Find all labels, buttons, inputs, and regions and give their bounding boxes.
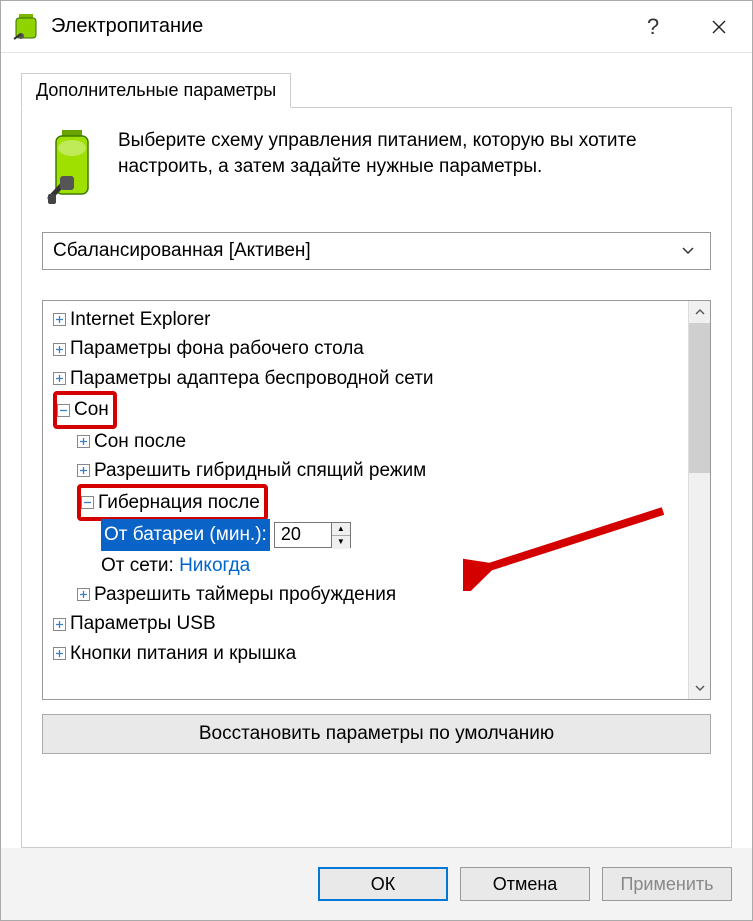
- close-button[interactable]: [686, 1, 752, 52]
- plugged-value[interactable]: Никогда: [179, 551, 250, 580]
- advanced-panel: Выберите схему управления питанием, кото…: [21, 107, 732, 848]
- expand-icon[interactable]: [77, 464, 90, 477]
- tree-item-sleep[interactable]: Сон: [47, 393, 686, 426]
- chevron-down-icon: [682, 244, 700, 258]
- tree-item-ie[interactable]: Internet Explorer: [47, 305, 686, 334]
- window-controls: ?: [620, 1, 752, 52]
- tree-item-hybrid[interactable]: Разрешить гибридный спящий режим: [47, 456, 686, 485]
- expand-icon[interactable]: [53, 313, 66, 326]
- scroll-thumb[interactable]: [689, 323, 710, 473]
- power-options-dialog: Электропитание ? Дополнительные параметр…: [0, 0, 753, 921]
- tree-item-usb[interactable]: Параметры USB: [47, 609, 686, 638]
- tab-advanced[interactable]: Дополнительные параметры: [21, 73, 291, 108]
- minutes-value[interactable]: 20: [275, 523, 331, 547]
- power-plan-select[interactable]: Сбалансированная [Активен]: [42, 232, 711, 270]
- expand-icon[interactable]: [53, 372, 66, 385]
- collapse-icon[interactable]: [81, 496, 94, 509]
- expand-icon[interactable]: [53, 343, 66, 356]
- ok-button[interactable]: ОК: [318, 867, 448, 901]
- plan-name: Сбалансированная [Активен]: [53, 240, 311, 262]
- expand-icon[interactable]: [77, 435, 90, 448]
- expand-icon[interactable]: [77, 588, 90, 601]
- spin-down-icon[interactable]: ▼: [332, 536, 350, 548]
- expand-icon[interactable]: [53, 618, 66, 631]
- cancel-button[interactable]: Отмена: [460, 867, 590, 901]
- tree-scrollbar[interactable]: [688, 301, 710, 699]
- tree-item-hibernate[interactable]: Гибернация после: [47, 486, 686, 519]
- dialog-footer: ОК Отмена Применить: [1, 848, 752, 920]
- tree-item-sleep-after[interactable]: Сон после: [47, 427, 686, 456]
- collapse-icon[interactable]: [57, 404, 70, 417]
- settings-tree-container: Internet Explorer Параметры фона рабочег…: [42, 300, 711, 700]
- titlebar: Электропитание ?: [1, 1, 752, 53]
- tree-item-plugged-in[interactable]: От сети: Никогда: [47, 551, 686, 580]
- tree-item-wake-timers[interactable]: Разрешить таймеры пробуждения: [47, 580, 686, 609]
- apply-button[interactable]: Применить: [602, 867, 732, 901]
- minutes-spinner[interactable]: 20 ▲ ▼: [274, 522, 351, 548]
- plugged-label: От сети:: [101, 551, 174, 580]
- tree-item-power-buttons[interactable]: Кнопки питания и крышка: [47, 639, 686, 668]
- highlight-hibernate: Гибернация после: [77, 484, 268, 521]
- settings-tree[interactable]: Internet Explorer Параметры фона рабочег…: [43, 301, 688, 699]
- spin-up-icon[interactable]: ▲: [332, 523, 350, 536]
- intro-text: Выберите схему управления питанием, кото…: [118, 128, 711, 208]
- window-title: Электропитание: [51, 15, 620, 38]
- help-button[interactable]: ?: [620, 1, 686, 52]
- scroll-down-icon[interactable]: [689, 677, 710, 699]
- tree-item-wifi[interactable]: Параметры адаптера беспроводной сети: [47, 364, 686, 393]
- battery-plug-icon: [42, 128, 102, 208]
- on-battery-label: От батареи (мин.):: [101, 519, 270, 550]
- highlight-sleep: Сон: [53, 391, 117, 428]
- tree-item-desktop-bg[interactable]: Параметры фона рабочего стола: [47, 334, 686, 363]
- battery-app-icon: [11, 12, 41, 42]
- expand-icon[interactable]: [53, 647, 66, 660]
- restore-defaults-button[interactable]: Восстановить параметры по умолчанию: [42, 714, 711, 754]
- tree-item-on-battery[interactable]: От батареи (мин.): 20 ▲ ▼: [47, 519, 686, 550]
- scroll-up-icon[interactable]: [689, 301, 710, 323]
